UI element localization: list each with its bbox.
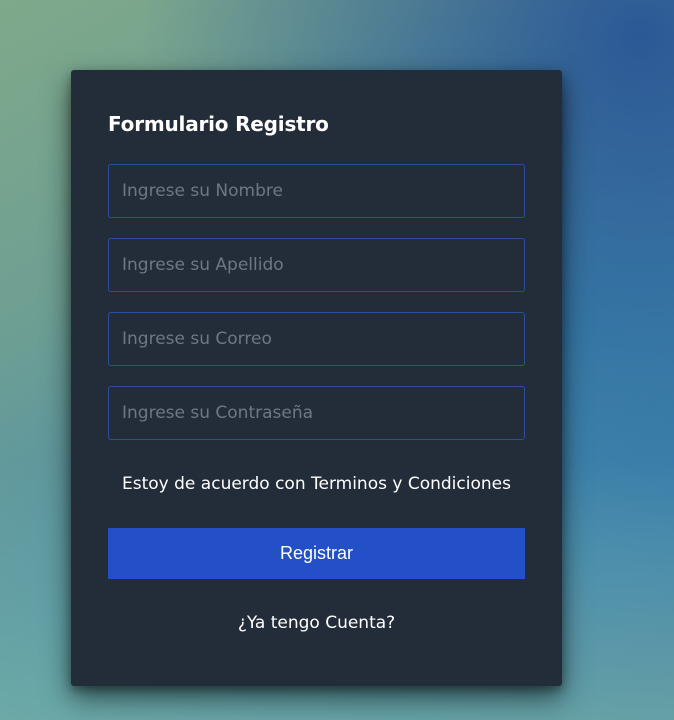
first-name-input[interactable] bbox=[108, 164, 525, 218]
password-input[interactable] bbox=[108, 386, 525, 440]
last-name-input[interactable] bbox=[108, 238, 525, 292]
email-input[interactable] bbox=[108, 312, 525, 366]
form-title: Formulario Registro bbox=[108, 112, 329, 136]
register-button[interactable]: Registrar bbox=[108, 528, 525, 579]
registration-card: Formulario Registro Estoy de acuerdo con… bbox=[71, 70, 562, 686]
have-account-link[interactable]: ¿Ya tengo Cuenta? bbox=[71, 613, 562, 633]
terms-text: Estoy de acuerdo con Terminos y Condicio… bbox=[122, 474, 511, 494]
